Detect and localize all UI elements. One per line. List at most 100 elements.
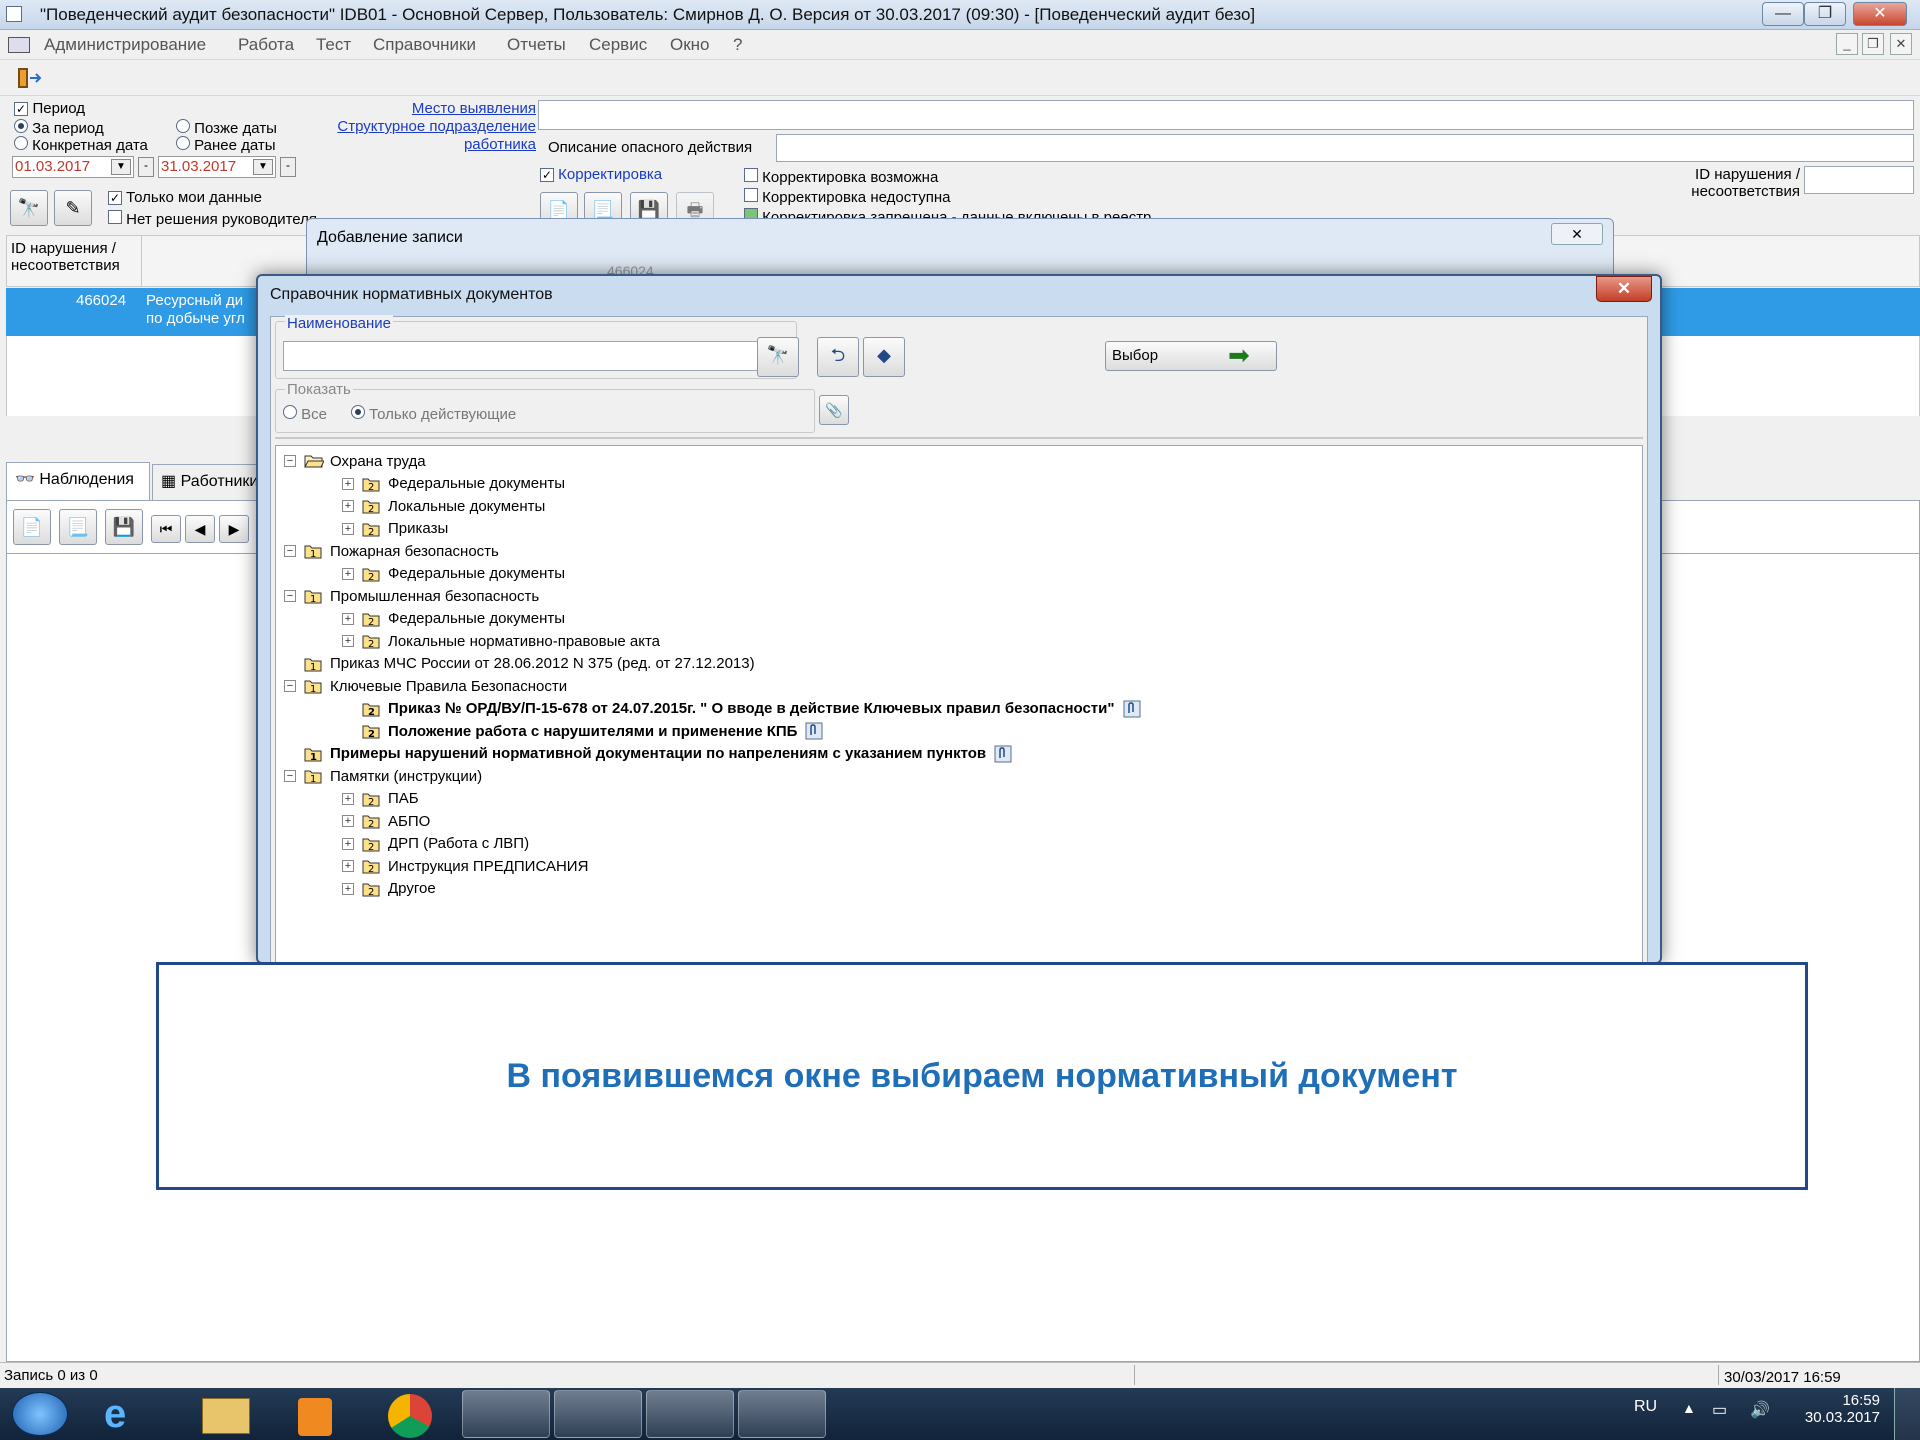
expand-icon[interactable]: +	[342, 792, 354, 805]
tree-node[interactable]: 2 Приказ № ОРД/ВУ/П-15-678 от 24.07.2015г…	[342, 698, 1141, 720]
tree-node[interactable]: +2 АБПО	[342, 810, 430, 832]
menu-item-test[interactable]: Тест	[316, 35, 351, 55]
media-icon[interactable]	[298, 1398, 332, 1436]
tab-workers[interactable]: ▦ Работники	[152, 464, 272, 500]
add-record-dialog-close-button[interactable]: ✕	[1551, 223, 1603, 245]
tray-expand-icon[interactable]: ▲	[1682, 1400, 1696, 1416]
expand-icon[interactable]: +	[342, 815, 354, 827]
id-filter-input[interactable]	[1804, 166, 1914, 194]
exit-icon[interactable]	[14, 66, 44, 90]
date-from-clear-button[interactable]: -	[138, 157, 154, 177]
expand-icon[interactable]: +	[342, 522, 354, 535]
show-active-radio[interactable]: Только действующие	[351, 405, 516, 423]
mdi-close-button[interactable]: ✕	[1890, 33, 1912, 55]
tree-node[interactable]: − 1 Памятки (инструкции)	[284, 765, 482, 787]
menu-item-reports[interactable]: Отчеты	[507, 35, 566, 55]
expand-icon[interactable]: +	[342, 882, 354, 895]
tree-node[interactable]: +2 Приказы	[342, 518, 448, 540]
desc-input[interactable]	[776, 134, 1914, 162]
taskbar-app-window[interactable]	[554, 1390, 642, 1438]
search-button[interactable]: 🔭	[10, 190, 48, 226]
tree-node[interactable]: − Охрана труда	[284, 450, 426, 472]
date-from-field[interactable]: 01.03.2017 ▼	[12, 156, 134, 178]
menu-item-references[interactable]: Справочники	[373, 35, 476, 55]
nav-first-button[interactable]: ⏮	[151, 515, 181, 543]
clock[interactable]: 16:59 30.03.2017	[1800, 1392, 1880, 1426]
collapse-icon[interactable]: −	[284, 770, 296, 782]
collapse-icon[interactable]: −	[284, 680, 296, 692]
date-to-field[interactable]: 31.03.2017 ▼	[158, 156, 276, 178]
expand-icon[interactable]: +	[342, 635, 354, 647]
tree-node[interactable]: +2 Федеральные документы	[342, 473, 565, 495]
tree-node[interactable]: +2 Другое	[342, 878, 436, 900]
close-button[interactable]: ✕	[1853, 2, 1907, 26]
dialog-search-button[interactable]: 🔭	[757, 337, 799, 377]
expand-icon[interactable]: +	[342, 837, 354, 850]
show-all-radio[interactable]: Все	[283, 405, 327, 423]
tree-node[interactable]: 1 Примеры нарушений нормативной документа…	[284, 743, 1012, 765]
link-place[interactable]: Место выявления	[300, 100, 536, 117]
tree-node[interactable]: +2 Федеральные документы	[342, 608, 565, 630]
taskbar-outlook[interactable]	[646, 1390, 734, 1438]
radio-earlier[interactable]: Ранее даты	[176, 136, 276, 154]
taskbar-powerpoint[interactable]	[738, 1390, 826, 1438]
tree-node[interactable]: +2 Инструкция ПРЕДПИСАНИЯ	[342, 855, 588, 877]
volume-icon[interactable]: 🔊	[1750, 1400, 1770, 1420]
app-icon[interactable]	[6, 6, 22, 22]
menu-item-help[interactable]: ?	[733, 35, 742, 55]
menu-item-window[interactable]: Окно	[670, 35, 710, 55]
tree-node[interactable]: +2 Локальные документы	[342, 495, 545, 517]
mdi-restore-button[interactable]: ❐	[1862, 33, 1884, 55]
taskbar-app-pab[interactable]	[462, 1390, 550, 1438]
start-button[interactable]	[12, 1392, 68, 1436]
link-department[interactable]: Структурное подразделение	[300, 118, 536, 135]
expand-icon[interactable]: +	[342, 612, 354, 625]
clear-button[interactable]: ⮌	[817, 337, 859, 377]
language-indicator[interactable]: RU	[1634, 1398, 1657, 1416]
mdi-child-icon[interactable]	[8, 37, 30, 53]
menu-item-work[interactable]: Работа	[238, 35, 294, 55]
tree-node[interactable]: 2 Положение работа с нарушителями и приме…	[342, 720, 823, 742]
mdi-minimize-button[interactable]: _	[1836, 33, 1858, 55]
reference-dialog-close-button[interactable]: ✕	[1596, 276, 1652, 302]
tree-node[interactable]: − 1 Пожарная безопасность	[284, 540, 499, 562]
expand-icon[interactable]: +	[342, 500, 354, 512]
ie-icon[interactable]: e	[104, 1394, 126, 1434]
radio-period[interactable]: За период	[14, 119, 104, 137]
menu-item-admin[interactable]: Администрирование	[44, 35, 206, 55]
maximize-button[interactable]: ❐	[1804, 2, 1846, 26]
collapse-icon[interactable]: −	[284, 590, 296, 602]
tree-node[interactable]: − 1 Ключевые Правила Безопасности	[284, 675, 567, 697]
tree-node[interactable]: 1 Приказ МЧС России от 28.06.2012 N 375 (…	[284, 653, 755, 675]
tree-node[interactable]: +2 ПАБ	[342, 788, 419, 810]
link-worker[interactable]: работника	[300, 136, 536, 153]
radio-later[interactable]: Позже даты	[176, 119, 277, 137]
date-from-dropdown-icon[interactable]: ▼	[111, 159, 131, 175]
minimize-button[interactable]: —	[1762, 2, 1804, 26]
menu-item-service[interactable]: Сервис	[589, 35, 647, 55]
date-to-clear-button[interactable]: -	[280, 157, 296, 177]
grid-col-id[interactable]: ID нарушения / несоответствия	[11, 240, 120, 274]
only-mine-checkbox[interactable]: ✓ Только мои данные	[108, 189, 262, 206]
tree-node[interactable]: +2 ДРП (Работа с ЛВП)	[342, 833, 529, 855]
radio-exact[interactable]: Конкретная дата	[14, 136, 148, 154]
collapse-icon[interactable]: −	[284, 545, 296, 557]
date-to-dropdown-icon[interactable]: ▼	[253, 159, 273, 175]
period-checkbox[interactable]: ✓	[14, 102, 28, 116]
expand-button[interactable]: ◆	[863, 337, 905, 377]
period-checkbox-row[interactable]: ✓ Период	[14, 100, 85, 118]
nav-prev-button[interactable]: ◀	[185, 515, 215, 543]
correction-checkbox[interactable]: ✓ Корректировка	[540, 166, 662, 183]
place-input[interactable]	[538, 100, 1914, 130]
nav-next-button[interactable]: ▶	[219, 515, 249, 543]
tab-observations[interactable]: 👓 Наблюдения	[6, 462, 150, 500]
name-search-input[interactable]	[283, 341, 759, 371]
expand-icon[interactable]: +	[342, 477, 354, 490]
tree-node[interactable]: − 1 Промышленная безопасность	[284, 585, 539, 607]
panel-add-button[interactable]: 📄	[13, 509, 51, 545]
expand-icon[interactable]: +	[342, 860, 354, 872]
no-decision-checkbox[interactable]: Нет решения руководителя	[108, 210, 317, 228]
explorer-icon[interactable]	[202, 1398, 250, 1434]
expand-icon[interactable]: +	[342, 567, 354, 580]
attachment-icon[interactable]	[1123, 700, 1141, 718]
